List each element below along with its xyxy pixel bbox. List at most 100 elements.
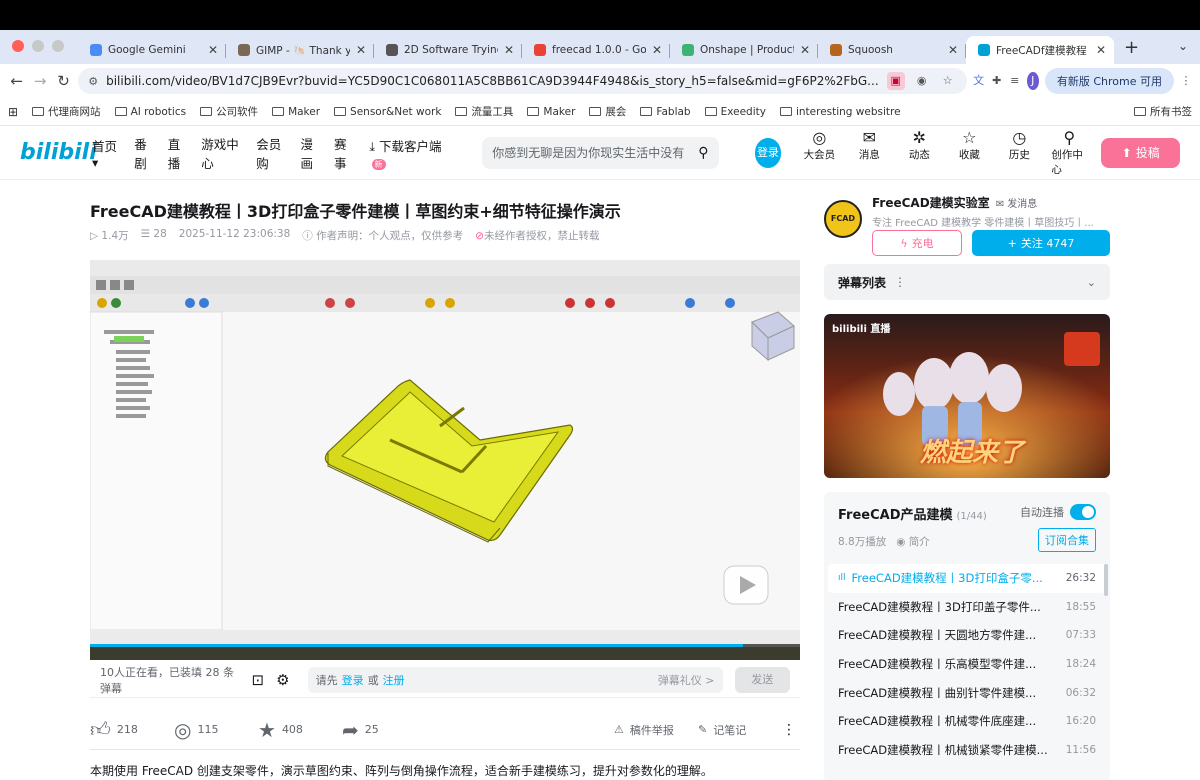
- header-creator-button[interactable]: ⚲ 创作中心: [1051, 128, 1087, 177]
- follow-button[interactable]: + 关注 4747: [972, 230, 1110, 256]
- favorite-button[interactable]: ★ 408: [258, 718, 326, 742]
- more-menu-icon[interactable]: ⋮: [1180, 72, 1192, 90]
- playlist-item[interactable]: ıll FreeCAD建模教程丨3D打印盒子零... 26:32: [828, 564, 1106, 593]
- playlist-item[interactable]: FreeCAD建模教程丨天圆地方零件建... 07:33: [828, 621, 1106, 650]
- autoplay-toggle[interactable]: 自动连播: [1020, 504, 1096, 520]
- bookmark-item[interactable]: Sensor&Net work: [334, 106, 441, 118]
- bookmark-item[interactable]: 公司软件: [200, 104, 258, 119]
- nav-item[interactable]: 首页 ▾: [92, 136, 122, 170]
- upload-button[interactable]: ⬆ 投稿: [1101, 137, 1180, 168]
- forward-icon[interactable]: →: [31, 72, 48, 90]
- close-tab-icon[interactable]: ✕: [356, 43, 366, 57]
- chrome-update-button[interactable]: 有新版 Chrome 可用: [1044, 68, 1174, 94]
- bookmark-item[interactable]: Maker: [527, 106, 575, 118]
- browser-tab[interactable]: GIMP - 🐚 Thank yo ✕: [226, 36, 374, 64]
- uploader-avatar[interactable]: FCAD: [824, 200, 862, 238]
- video-progress-bar[interactable]: [90, 644, 743, 647]
- close-tab-icon[interactable]: ✕: [948, 43, 958, 57]
- like-button[interactable]: 👍︎ 218: [90, 717, 158, 742]
- send-message-link[interactable]: ✉ 发消息: [996, 199, 1038, 210]
- close-tab-icon[interactable]: ✕: [208, 43, 218, 57]
- danmaku-list-header[interactable]: 弹幕列表 ⋮ ⌄: [824, 264, 1110, 300]
- share-button[interactable]: ➦ 25: [342, 718, 410, 742]
- report-button[interactable]: ⚠ 稿件举报: [614, 722, 682, 738]
- danmaku-login-link[interactable]: 登录: [342, 672, 364, 688]
- reload-icon[interactable]: ↻: [55, 72, 72, 90]
- close-tab-icon[interactable]: ✕: [652, 43, 662, 57]
- subscribe-collection-button[interactable]: 订阅合集: [1038, 528, 1096, 552]
- chevron-down-icon[interactable]: ⌄: [1087, 276, 1096, 289]
- danmaku-toggle-icon[interactable]: ⊡: [252, 671, 265, 689]
- header-message-button[interactable]: ✉ 消息: [851, 128, 887, 177]
- bookmark-star-icon[interactable]: ☆: [939, 72, 957, 90]
- search-icon[interactable]: ⚲: [698, 145, 708, 161]
- nav-item[interactable]: 游戏中心: [201, 134, 244, 172]
- extension-icon[interactable]: ▣: [886, 72, 905, 90]
- bookmark-item[interactable]: Exeedity: [704, 106, 766, 118]
- lens-icon[interactable]: ◉: [913, 72, 931, 90]
- danmaku-etiquette-link[interactable]: 弹幕礼仪 >: [658, 672, 715, 688]
- profile-avatar[interactable]: J: [1026, 72, 1039, 90]
- nav-item[interactable]: 番剧: [134, 134, 156, 172]
- header-star-button[interactable]: ☆ 收藏: [951, 128, 987, 177]
- live-ad-banner[interactable]: bilibili 直播 燃起来了: [824, 314, 1110, 478]
- playlist-item[interactable]: FreeCAD建模教程丨乐高模型零件建... 18:24: [828, 650, 1106, 679]
- omnibox[interactable]: ⚙ bilibili.com/video/BV1d7CJB9Evr?buvid=…: [78, 68, 967, 94]
- close-tab-icon[interactable]: ✕: [800, 43, 810, 57]
- danmaku-input[interactable]: 请先 登录 或 注册 弹幕礼仪 >: [307, 666, 723, 693]
- apps-grid-icon[interactable]: ⊞: [8, 105, 18, 119]
- toggle-switch[interactable]: [1070, 504, 1096, 520]
- url-text[interactable]: bilibili.com/video/BV1d7CJB9Evr?buvid=YC…: [106, 74, 879, 88]
- login-avatar-button[interactable]: 登录: [754, 137, 782, 168]
- browser-tab[interactable]: FreeCADf建模教程 ✕: [966, 36, 1114, 64]
- bookmark-item[interactable]: 流量工具: [455, 104, 513, 119]
- playlist-scrollbar[interactable]: [1104, 564, 1108, 596]
- playlist-item[interactable]: FreeCAD建模教程丨3D打印盖子零件... 18:55: [828, 593, 1106, 622]
- playlist-item[interactable]: FreeCAD建模教程丨机械锁紧零件建模... 11:56: [828, 736, 1106, 765]
- notes-button[interactable]: ✎ 记笔记: [698, 722, 766, 738]
- all-bookmarks[interactable]: 所有书签: [1134, 104, 1192, 119]
- bookmark-item[interactable]: interesting websitre: [779, 106, 901, 118]
- close-tab-icon[interactable]: ✕: [1096, 43, 1106, 57]
- nav-item[interactable]: 赛事: [334, 134, 356, 172]
- bookmark-item[interactable]: AI robotics: [114, 106, 186, 118]
- header-history-button[interactable]: ◷ 历史: [1001, 128, 1037, 177]
- browser-tab[interactable]: Google Gemini ✕: [78, 36, 226, 64]
- uploader-name[interactable]: FreeCAD建模实验室 ✉ 发消息: [872, 194, 1037, 211]
- close-window-button[interactable]: [12, 40, 24, 52]
- bookmark-item[interactable]: Maker: [272, 106, 320, 118]
- video-player[interactable]: [90, 260, 800, 660]
- bookmark-item[interactable]: 展会: [589, 104, 626, 119]
- danmaku-list-menu-icon[interactable]: ⋮: [894, 275, 906, 289]
- more-actions-icon[interactable]: ⋮: [782, 722, 796, 738]
- charge-button[interactable]: ϟ 充电: [872, 230, 962, 256]
- bookmark-item[interactable]: 代理商网站: [32, 104, 101, 119]
- danmaku-settings-icon[interactable]: ⚙: [276, 671, 289, 689]
- browser-tab[interactable]: freecad 1.0.0 - Goo ✕: [522, 36, 670, 64]
- close-tab-icon[interactable]: ✕: [504, 43, 514, 57]
- send-danmaku-button[interactable]: 发送: [734, 666, 790, 693]
- header-dynamic-button[interactable]: ✲ 动态: [901, 128, 937, 177]
- playlist-item[interactable]: FreeCAD建模教程丨机械零件底座建... 16:20: [828, 707, 1106, 736]
- download-client-link[interactable]: ⤓ 下载客户端新: [370, 136, 449, 170]
- site-info-icon[interactable]: ⚙: [88, 75, 98, 88]
- header-vip-button[interactable]: ◎ 大会员: [801, 128, 837, 177]
- coin-button[interactable]: ◎ 115: [174, 718, 242, 742]
- intro-link[interactable]: ◉ 简介: [896, 534, 930, 549]
- nav-item[interactable]: 直播: [168, 134, 190, 172]
- nav-item[interactable]: 漫画: [301, 134, 323, 172]
- nav-item[interactable]: 会员购: [256, 134, 288, 172]
- bookmark-item[interactable]: Fablab: [640, 106, 691, 118]
- browser-tab[interactable]: 2D Software Trying ✕: [374, 36, 522, 64]
- tab-search-icon[interactable]: ⌄: [1178, 39, 1188, 53]
- extensions-puzzle-icon[interactable]: ✚: [991, 72, 1003, 90]
- playlist-item[interactable]: FreeCAD建模教程丨曲别针零件建模... 06:32: [828, 678, 1106, 707]
- danmaku-register-link[interactable]: 注册: [383, 672, 405, 688]
- new-tab-button[interactable]: +: [1114, 37, 1149, 64]
- translate-icon[interactable]: 文: [973, 72, 985, 90]
- search-input[interactable]: 你感到无聊是因为你现实生活中没有 ⚲: [482, 136, 719, 169]
- zoom-window-button[interactable]: [52, 40, 64, 52]
- minimize-window-button[interactable]: [32, 40, 44, 52]
- back-icon[interactable]: ←: [8, 72, 25, 90]
- browser-tab[interactable]: Onshape | Product ✕: [670, 36, 818, 64]
